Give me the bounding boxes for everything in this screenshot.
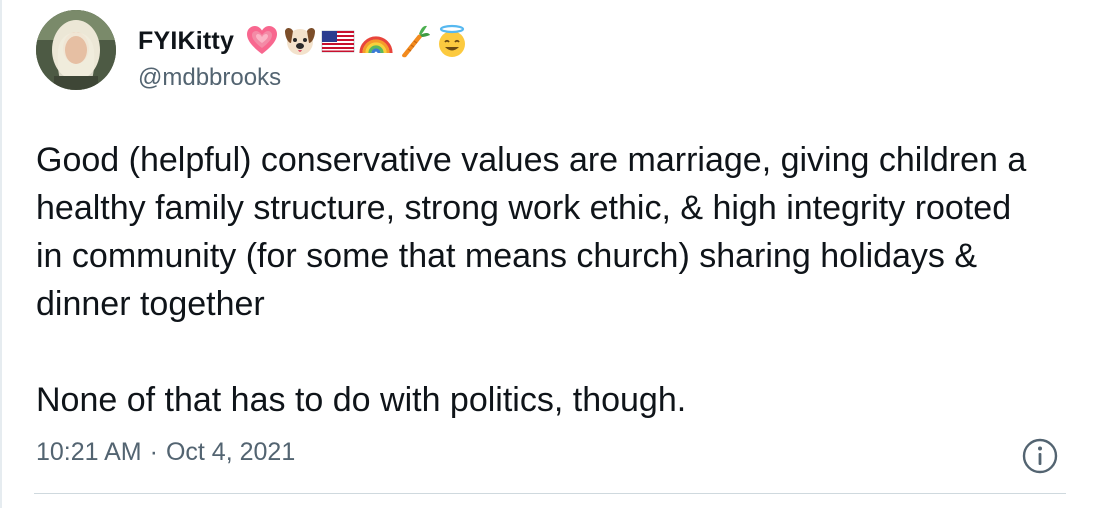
pink-heart-icon: [244, 23, 280, 59]
tweet-date[interactable]: Oct 4, 2021: [166, 438, 295, 467]
avatar[interactable]: [36, 10, 116, 90]
display-name[interactable]: FYIKitty: [138, 27, 234, 56]
timestamp-separator: ·: [149, 438, 158, 466]
author-name-row: FYIKitty: [138, 22, 470, 60]
tweet-paragraph-1: Good (helpful) conservative values are m…: [36, 141, 1027, 323]
avatar-photo: [36, 10, 116, 90]
rainbow-icon: [358, 23, 394, 59]
smiling-halo-icon: [434, 23, 470, 59]
tweet-timestamp[interactable]: 10:21 AM · Oct 4, 2021: [36, 438, 295, 467]
tweet-time[interactable]: 10:21 AM: [36, 438, 142, 467]
tweet-card: FYIKitty @mdbbrooks Good (helpful) conse…: [0, 0, 1096, 508]
author-handle[interactable]: @mdbbrooks: [138, 64, 281, 92]
us-flag-icon: [320, 23, 356, 59]
tweet-text: Good (helpful) conservative values are m…: [36, 136, 1046, 424]
name-emoji-list: [244, 23, 470, 59]
tweet-paragraph-2: None of that has to do with politics, th…: [36, 381, 687, 419]
carrot-icon: [396, 23, 432, 59]
dog-face-icon: [282, 23, 318, 59]
info-icon[interactable]: [1021, 437, 1059, 475]
bottom-divider: [34, 493, 1066, 494]
